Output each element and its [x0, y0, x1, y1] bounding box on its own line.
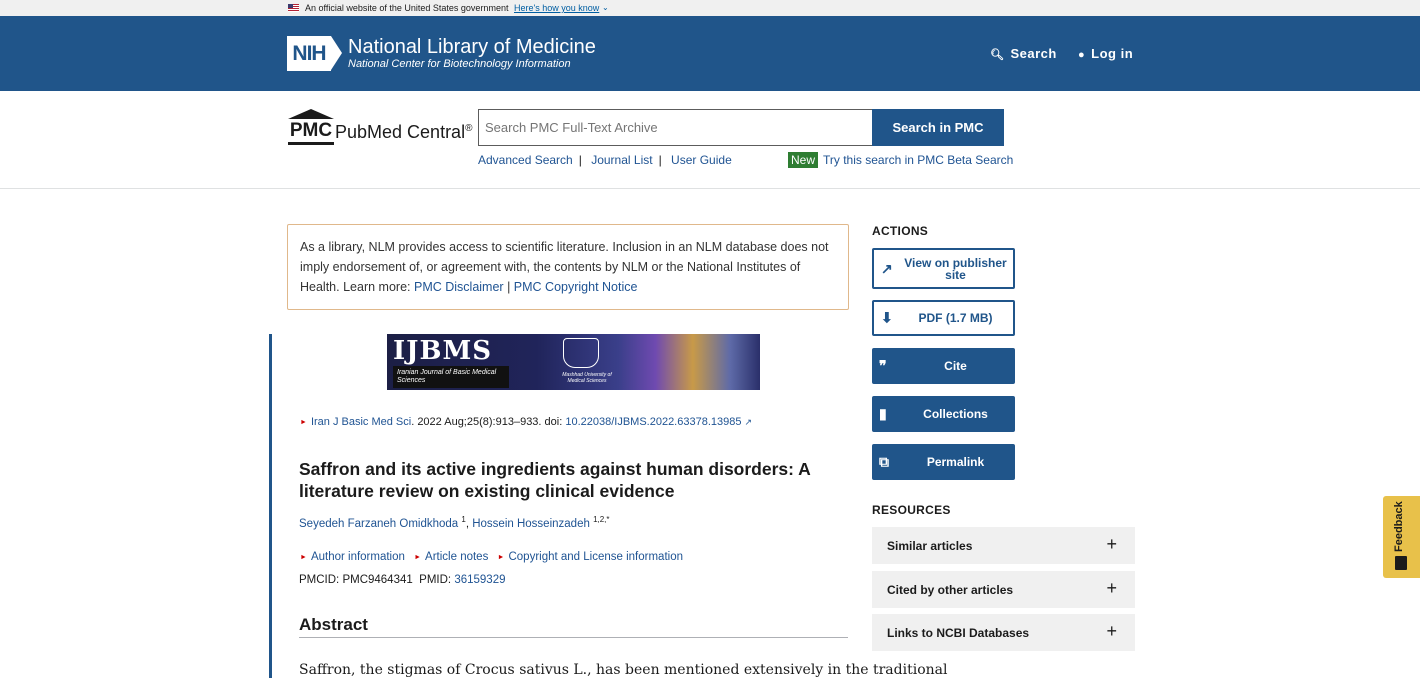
copyright-notice-link[interactable]: PMC Copyright Notice	[514, 280, 638, 294]
feedback-icon	[1395, 556, 1407, 570]
external-link-icon: ↗	[744, 417, 753, 427]
external-link-icon: ↗	[881, 260, 893, 276]
pdf-button[interactable]: ⬇ PDF (1.7 MB)	[872, 300, 1015, 336]
gov-banner-text: An official website of the United States…	[305, 3, 509, 13]
resources-heading: RESOURCES	[872, 503, 951, 517]
cite-button[interactable]: ❞ Cite	[872, 348, 1015, 384]
article-info-links: ► Author information ► Article notes ► Copy…	[300, 551, 683, 563]
ncbi-links-accordion[interactable]: Links to NCBI Databases +	[872, 614, 1135, 651]
pmc-search-input[interactable]	[478, 109, 873, 146]
author-information-link[interactable]: Author information	[311, 551, 405, 563]
bookmark-icon: ▮	[879, 405, 887, 422]
divider	[0, 188, 1420, 189]
gov-banner: An official website of the United States…	[0, 0, 1420, 16]
journal-link[interactable]: Iran J Basic Med Sci	[311, 416, 411, 428]
user-icon: ●	[1078, 49, 1086, 61]
download-icon: ⬇	[881, 309, 893, 326]
search-pmc-button[interactable]: Search in PMC	[872, 109, 1004, 146]
doi-link[interactable]: 10.22038/IJBMS.2022.63378.13985	[565, 416, 741, 428]
journal-banner[interactable]: IJBMS Iranian Journal of Basic Medical S…	[387, 334, 760, 390]
journal-list-link[interactable]: Journal List	[591, 153, 652, 167]
actions-heading: ACTIONS	[872, 224, 929, 238]
article-title: Saffron and its active ingredients again…	[299, 459, 811, 501]
search-icon: 🔍︎	[990, 49, 1005, 61]
site-header: NIH National Library of Medicine Nationa…	[0, 16, 1420, 91]
us-flag-icon	[288, 4, 299, 12]
chevron-down-icon[interactable]: ⌄	[602, 3, 609, 12]
header-search-button[interactable]: 🔍︎ Search	[990, 46, 1057, 61]
copyright-license-link[interactable]: Copyright and License information	[508, 551, 683, 563]
article-ids: PMCID: PMC9464341 PMID: 36159329	[299, 574, 506, 586]
user-guide-link[interactable]: User Guide	[671, 153, 732, 167]
view-publisher-button[interactable]: ↗ View on publisher site	[872, 248, 1015, 289]
beta-search-link[interactable]: Try this search in PMC Beta Search	[823, 153, 1013, 167]
search-sublinks: Advanced Search | Journal List | User Guid…	[478, 153, 732, 167]
collections-button[interactable]: ▮ Collections	[872, 396, 1015, 432]
university-emblem-icon	[563, 338, 599, 368]
author-list: Seyedeh Farzaneh Omidkhoda 1, Hossein Ho…	[299, 515, 610, 530]
pmc-disclaimer-link[interactable]: PMC Disclaimer	[414, 280, 504, 294]
plus-icon: +	[1106, 621, 1117, 641]
cited-by-accordion[interactable]: Cited by other articles +	[872, 571, 1135, 608]
login-button[interactable]: ● Log in	[1078, 46, 1133, 61]
new-badge: New	[788, 152, 819, 168]
article-citation: ► Iran J Basic Med Sci. 2022 Aug;25(8):91…	[300, 416, 753, 428]
pmid-link[interactable]: 36159329	[454, 574, 505, 586]
article-accent-bar	[269, 334, 272, 678]
expand-triangle-icon[interactable]: ►	[300, 419, 307, 426]
abstract-text: Saffron, the stigmas of Crocus sativus L…	[299, 662, 948, 678]
plus-icon: +	[1106, 578, 1117, 598]
permalink-button[interactable]: ⧉ Permalink	[872, 444, 1015, 480]
nih-logo[interactable]: NIH	[287, 36, 342, 71]
abstract-heading: Abstract	[299, 615, 848, 638]
similar-articles-accordion[interactable]: Similar articles +	[872, 527, 1135, 564]
feedback-button[interactable]: Feedback	[1383, 496, 1420, 578]
share-icon: ⧉	[879, 453, 889, 470]
article-notes-link[interactable]: Article notes	[425, 551, 488, 563]
author-link[interactable]: Seyedeh Farzaneh Omidkhoda	[299, 518, 458, 530]
author-link[interactable]: Hossein Hosseinzadeh	[472, 518, 590, 530]
plus-icon: +	[1106, 534, 1117, 554]
advanced-search-link[interactable]: Advanced Search	[478, 153, 573, 167]
quote-icon: ❞	[879, 357, 887, 374]
nlm-title[interactable]: National Library of Medicine	[348, 36, 596, 59]
nlm-subtitle: National Center for Biotechnology Inform…	[348, 58, 571, 70]
nlm-disclaimer: As a library, NLM provides access to sci…	[287, 224, 849, 310]
heres-how-link[interactable]: Here's how you know	[514, 3, 599, 13]
